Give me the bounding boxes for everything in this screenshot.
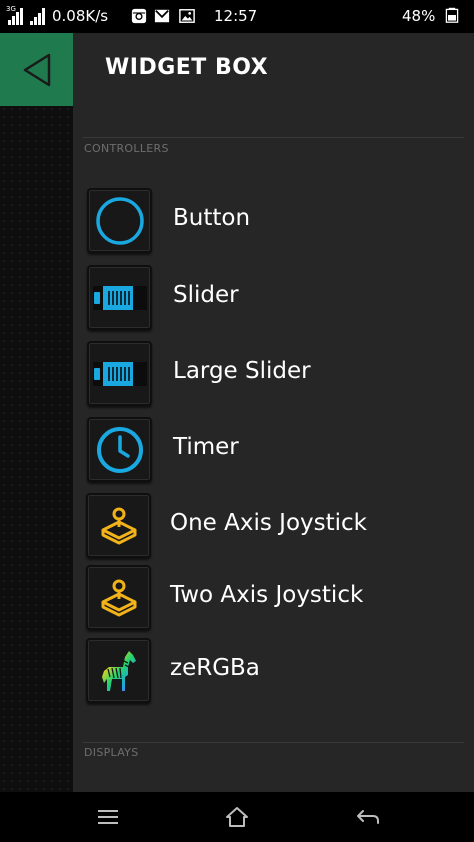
back-arrow-icon[interactable] — [354, 804, 382, 830]
button-ring-icon — [95, 196, 144, 245]
section-label-displays: DISPLAYS — [84, 746, 139, 759]
widget-tile — [86, 493, 151, 558]
divider — [83, 742, 464, 743]
signal-icon: 3G — [6, 5, 26, 25]
drawer-title: WIDGET BOX — [105, 55, 269, 80]
widget-item-button[interactable]: Button — [87, 188, 467, 254]
back-button[interactable] — [0, 33, 73, 106]
widget-item-two-axis-joystick[interactable]: Two Axis Joystick — [86, 565, 466, 631]
widget-tile — [86, 565, 151, 630]
instagram-icon — [131, 8, 147, 24]
battery-percent: 48% — [402, 7, 436, 25]
widget-tile — [87, 188, 152, 253]
gmail-icon — [154, 9, 170, 23]
widget-item-large-slider[interactable]: Large Slider — [87, 341, 467, 407]
battery-icon — [445, 7, 459, 23]
back-triangle-icon — [23, 53, 51, 87]
widget-label: Two Axis Joystick — [170, 582, 364, 608]
widget-label: Slider — [173, 282, 239, 308]
widget-label: Large Slider — [173, 358, 311, 384]
zebra-icon — [101, 650, 136, 691]
widget-item-timer[interactable]: Timer — [87, 417, 467, 483]
widget-item-slider[interactable]: Slider — [87, 265, 467, 331]
network-type-label: 3G — [6, 5, 16, 13]
home-icon[interactable] — [223, 804, 251, 830]
widget-tile — [87, 417, 152, 482]
widget-tile — [87, 341, 152, 406]
widget-label: Timer — [173, 434, 239, 460]
background-canvas — [0, 33, 73, 792]
large-slider-icon — [92, 361, 147, 386]
clock-time: 12:57 — [214, 7, 258, 25]
widget-label: Button — [173, 205, 251, 231]
divider — [83, 137, 464, 138]
slider-icon — [92, 285, 147, 310]
menu-icon[interactable] — [94, 804, 122, 830]
signal-icon — [30, 7, 50, 25]
widget-box-drawer: WIDGET BOX CONTROLLERS Button Slider Lar… — [73, 33, 474, 792]
widget-item-zergba[interactable]: zeRGBa — [86, 638, 466, 704]
image-icon — [179, 9, 195, 23]
widget-label: One Axis Joystick — [170, 510, 367, 536]
widget-item-one-axis-joystick[interactable]: One Axis Joystick — [86, 493, 466, 559]
section-label-controllers: CONTROLLERS — [84, 142, 169, 155]
clock-icon — [96, 426, 143, 473]
widget-tile — [86, 638, 151, 703]
widget-tile — [87, 265, 152, 330]
navigation-bar — [0, 792, 474, 842]
status-bar: 3G 0.08K/s 12:57 48% — [0, 0, 474, 33]
network-speed: 0.08K/s — [52, 7, 109, 25]
joystick-icon — [101, 507, 136, 544]
widget-label: zeRGBa — [170, 655, 260, 681]
joystick-icon — [101, 579, 136, 616]
